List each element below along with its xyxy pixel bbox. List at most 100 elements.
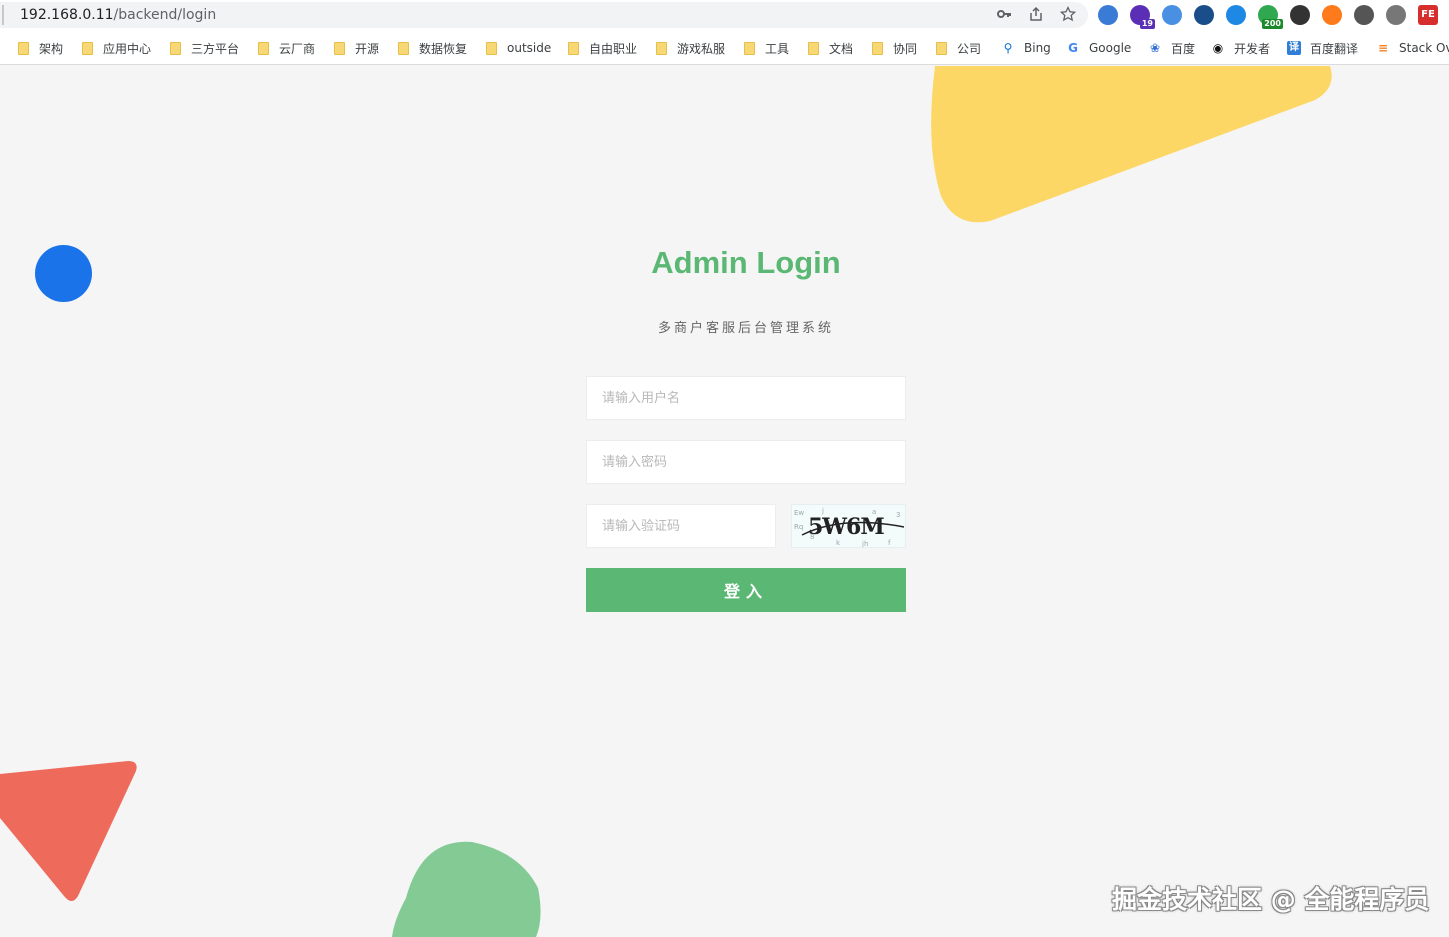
share-icon[interactable] — [1026, 6, 1046, 26]
baidu-icon: ❀ — [1149, 41, 1161, 55]
key-icon[interactable] — [994, 6, 1014, 26]
bookmark-label: Google — [1089, 41, 1132, 55]
bookmark-link[interactable]: 译百度翻译 — [1287, 39, 1358, 57]
red-decoration-triangle — [0, 761, 137, 901]
bookmark-label: 百度翻译 — [1310, 41, 1359, 56]
gear-extension-icon[interactable] — [1386, 5, 1406, 25]
bookmark-folder[interactable]: 公司 — [936, 39, 981, 57]
folder-icon — [258, 41, 269, 55]
x-extension-icon[interactable] — [1290, 5, 1310, 25]
username-input[interactable] — [586, 376, 906, 420]
fe-extension-icon[interactable]: FE — [1418, 5, 1438, 25]
folder-icon — [334, 41, 345, 55]
developer-icon: ◉ — [1212, 41, 1224, 55]
folder-icon — [656, 41, 667, 55]
extension-label: FE — [1421, 9, 1435, 20]
captcha-text: 5W6M — [808, 514, 884, 540]
login-subtitle: 多商户客服后台管理系统 — [657, 321, 834, 336]
bookmark-label: 云厂商 — [279, 41, 316, 56]
stackoverflow-icon: ≡ — [1377, 41, 1389, 55]
login-button[interactable]: 登入 — [586, 568, 906, 612]
folder-icon — [808, 41, 819, 55]
bookmark-folder[interactable]: 应用中心 — [82, 39, 151, 57]
bookmark-label: 自由职业 — [589, 41, 638, 56]
layers-extension-icon[interactable] — [1162, 5, 1182, 25]
bookmark-link[interactable]: ❀ 百度 — [1148, 39, 1195, 57]
star-icon[interactable] — [1058, 5, 1078, 26]
svg-text:Ew: Ew — [794, 509, 804, 517]
bookmark-folder[interactable]: 工具 — [744, 39, 789, 57]
bookmark-link[interactable]: ⚲ Bing — [1001, 39, 1051, 57]
bookmark-link[interactable]: ≡ Stack Ov — [1376, 39, 1449, 57]
folder-icon — [170, 41, 181, 55]
extension-badge: 200 — [1262, 19, 1283, 29]
svg-text:Rq: Rq — [794, 523, 803, 531]
bookmarks-bar: 架构 应用中心 三方平台 云厂商 开源 数据恢复 outside 自由职业 游戏私服 工具 文档 协同… — [0, 30, 1449, 65]
globe-extension-icon[interactable] — [1098, 5, 1118, 25]
bookmark-label: 百度 — [1171, 41, 1196, 56]
captcha-image[interactable]: Ew j a Rq 8 k f jh 3 5W6M — [791, 504, 906, 548]
google-icon: G — [1068, 41, 1078, 55]
address-url[interactable]: 192.168.0.11/backend/login — [20, 7, 216, 23]
url-host: 192.168.0.11 — [20, 7, 114, 23]
bookmark-label: 工具 — [765, 41, 790, 56]
folder-icon — [744, 41, 755, 55]
url-path: /backend/login — [113, 7, 217, 23]
folder-icon — [486, 41, 497, 55]
folder-icon — [398, 41, 409, 55]
address-bar[interactable]: 192.168.0.11/backend/login — [0, 2, 1088, 28]
bookmark-label: Bing — [1024, 41, 1051, 55]
password-input[interactable] — [586, 440, 906, 484]
bookmark-folder[interactable]: 协同 — [872, 39, 917, 57]
browser-toolbar: 192.168.0.11/backend/login 19 200 FE — [0, 0, 1449, 30]
moon-extension-icon[interactable] — [1322, 5, 1342, 25]
bookmark-label: 文档 — [829, 41, 854, 56]
bookmark-label: 开源 — [355, 41, 380, 56]
watermark: 掘金技术社区 @ 全能程序员 — [1112, 885, 1430, 914]
android-extension-icon[interactable]: 200 — [1258, 5, 1283, 29]
bookmark-label: 数据恢复 — [419, 41, 468, 56]
gauge-extension-icon[interactable] — [1354, 5, 1374, 25]
captcha-graphic: Ew j a Rq8k fjh3 5W6M — [794, 507, 905, 548]
bookmark-link[interactable]: ◉ 开发者 — [1211, 39, 1270, 57]
bing-icon: ⚲ — [1003, 41, 1013, 55]
bookmark-folder[interactable]: 三方平台 — [170, 39, 239, 57]
address-bar-edge — [2, 5, 4, 25]
green-decoration-blob — [392, 841, 541, 937]
earth-extension-icon[interactable] — [1226, 5, 1246, 25]
svg-text:jh: jh — [861, 540, 868, 548]
folder-icon — [82, 41, 93, 55]
bookmark-folder[interactable]: 游戏私服 — [656, 39, 725, 57]
graduation-extension-icon[interactable]: 19 — [1130, 5, 1155, 29]
bookmark-label: 游戏私服 — [677, 41, 726, 56]
bookmark-folder[interactable]: 开源 — [334, 39, 379, 57]
bookmark-label: 公司 — [957, 41, 982, 56]
svg-text:3: 3 — [896, 511, 900, 519]
bookmark-folder[interactable]: 自由职业 — [568, 39, 637, 57]
folder-icon — [568, 41, 579, 55]
bookmark-label: outside — [507, 41, 552, 55]
blue-decoration-circle — [35, 245, 92, 302]
captcha-input[interactable] — [586, 504, 776, 548]
bookmark-label: Stack Ov — [1399, 41, 1449, 55]
bookmark-folder[interactable]: 数据恢复 — [398, 39, 467, 57]
bookmark-folder[interactable]: 架构 — [18, 39, 63, 57]
folder-icon — [872, 41, 883, 55]
bookmark-label: 应用中心 — [103, 41, 152, 56]
translate-icon: 译 — [1287, 41, 1301, 55]
check-extension-icon[interactable] — [1194, 5, 1214, 25]
yellow-decoration-shape — [931, 66, 1332, 223]
bookmark-folder[interactable]: 云厂商 — [258, 39, 315, 57]
bookmark-label: 三方平台 — [191, 41, 240, 56]
extension-badge: 19 — [1139, 19, 1155, 29]
svg-text:f: f — [888, 539, 891, 547]
bookmark-folder[interactable]: 文档 — [808, 39, 853, 57]
folder-icon — [18, 41, 29, 55]
bookmark-link[interactable]: G Google — [1066, 39, 1131, 57]
login-title: Admin Login — [651, 245, 841, 280]
bookmark-label: 架构 — [39, 41, 64, 56]
bookmark-folder[interactable]: outside — [486, 39, 551, 57]
bookmark-label: 开发者 — [1234, 41, 1271, 56]
bookmark-label: 协同 — [893, 41, 918, 56]
svg-text:k: k — [836, 539, 841, 547]
